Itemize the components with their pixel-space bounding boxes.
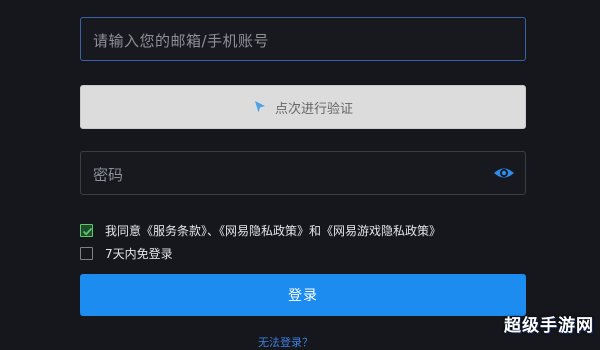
watermark: 超级手游网 xyxy=(504,316,594,336)
password-placeholder: 密码 xyxy=(93,166,124,184)
captcha-label: 点次进行验证 xyxy=(274,101,353,117)
agreement-checkbox[interactable] xyxy=(80,224,93,237)
captcha-button[interactable]: 点次进行验证 xyxy=(80,85,526,129)
checkmark-icon xyxy=(82,227,93,236)
password-field[interactable]: 密码 xyxy=(80,151,526,195)
eye-icon[interactable] xyxy=(493,164,515,182)
remember-checkbox[interactable] xyxy=(80,247,93,260)
login-button[interactable]: 登录 xyxy=(80,274,526,316)
remember-label: 7天内免登录 xyxy=(105,247,173,261)
cant-login-link[interactable]: 无法登录？ xyxy=(258,334,313,350)
email-placeholder: 请输入您的邮箱/手机账号 xyxy=(93,32,270,50)
login-button-label: 登录 xyxy=(288,288,318,304)
email-field[interactable]: 请输入您的邮箱/手机账号 xyxy=(80,17,526,61)
remember-row: 7天内免登录 xyxy=(80,245,173,262)
agreement-row: 我同意《服务条款》、《网易隐私政策》和《网易游戏隐私政策》 xyxy=(80,222,441,239)
pointer-arrow-icon xyxy=(254,101,265,113)
agreement-label[interactable]: 我同意《服务条款》、《网易隐私政策》和《网易游戏隐私政策》 xyxy=(105,222,441,239)
